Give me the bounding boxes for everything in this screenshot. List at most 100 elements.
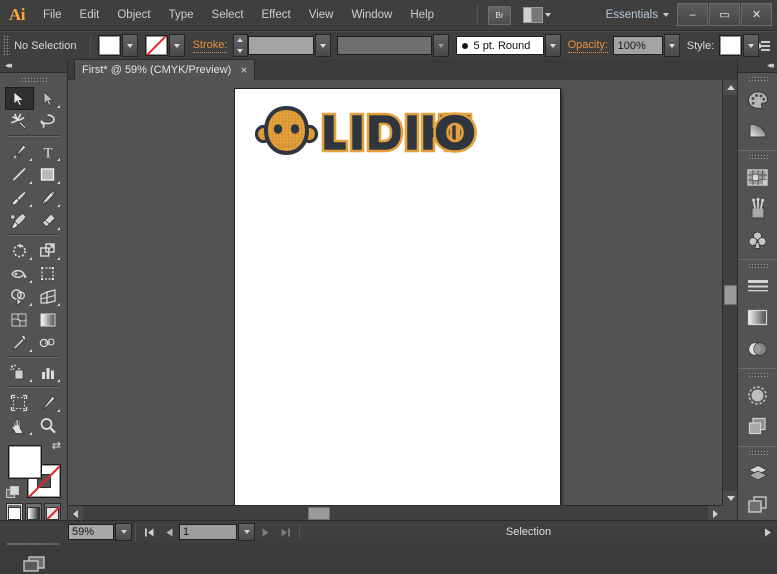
arrange-documents-button[interactable] <box>523 7 551 23</box>
scroll-left-button[interactable] <box>68 506 83 521</box>
page-number-field[interactable]: 1 <box>179 524 237 540</box>
previous-page-button[interactable] <box>159 523 179 541</box>
stroke-panel-button[interactable] <box>738 271 777 302</box>
free-transform-tool[interactable] <box>34 262 63 285</box>
next-page-button[interactable] <box>255 523 275 541</box>
panel-menu-icon[interactable] <box>759 39 770 53</box>
first-page-button[interactable] <box>139 523 159 541</box>
style-control[interactable] <box>718 34 759 57</box>
zoom-tool[interactable] <box>34 414 63 437</box>
vertical-scrollbar[interactable] <box>722 80 738 506</box>
fill-color-proxy[interactable] <box>8 445 42 479</box>
mesh-tool[interactable] <box>5 308 34 331</box>
brushes-panel-button[interactable] <box>738 193 777 224</box>
vertical-scroll-thumb[interactable] <box>724 285 737 305</box>
horizontal-scrollbar[interactable] <box>68 505 723 521</box>
dock-group-grip[interactable] <box>738 151 777 162</box>
line-segment-tool[interactable] <box>5 163 34 186</box>
style-dropdown-button[interactable] <box>742 34 759 57</box>
opacity-control[interactable]: 100% <box>612 34 680 57</box>
scroll-down-button[interactable] <box>723 491 738 506</box>
lidihuo-logo-artwork[interactable] <box>254 104 485 159</box>
minimize-button[interactable]: – <box>677 3 708 26</box>
workspace-switcher[interactable]: Essentials <box>606 9 677 21</box>
paintbrush-tool[interactable] <box>5 186 34 209</box>
stroke-profile-field[interactable] <box>337 36 433 55</box>
stroke-profile-dropdown-button[interactable] <box>433 34 450 57</box>
stroke-swatch[interactable] <box>144 35 168 56</box>
swap-fill-stroke-icon[interactable]: ⇄ <box>52 441 61 452</box>
fill-swatch[interactable] <box>98 35 122 56</box>
brush-definition-dropdown-button[interactable] <box>544 34 561 57</box>
go-to-bridge-button[interactable]: Br <box>488 5 511 25</box>
brush-definition-control[interactable]: 5 pt. Round <box>455 34 561 57</box>
opacity-label[interactable]: Opacity: <box>567 39 608 53</box>
gradient-tool[interactable] <box>34 308 63 331</box>
symbol-sprayer-tool[interactable] <box>5 361 34 384</box>
brush-definition-field[interactable]: 5 pt. Round <box>455 36 544 55</box>
direct-selection-tool[interactable] <box>34 87 63 110</box>
graphic-styles-panel-button[interactable] <box>738 411 777 442</box>
stroke-color-control[interactable] <box>144 34 185 57</box>
last-page-button[interactable] <box>275 523 295 541</box>
menu-effect[interactable]: Effect <box>253 0 300 30</box>
style-swatch[interactable] <box>718 35 742 56</box>
scroll-up-button[interactable] <box>723 80 738 95</box>
stroke-weight-field[interactable] <box>247 36 314 55</box>
blob-brush-tool[interactable] <box>5 209 34 232</box>
pencil-tool[interactable] <box>34 186 63 209</box>
fill-color-control[interactable] <box>98 34 139 57</box>
menu-edit[interactable]: Edit <box>71 0 109 30</box>
menu-select[interactable]: Select <box>203 0 253 30</box>
dock-header[interactable]: ◂◂ <box>738 59 777 73</box>
eraser-tool[interactable] <box>34 209 63 232</box>
stroke-label[interactable]: Stroke: <box>192 39 228 53</box>
zoom-level-dropdown-button[interactable] <box>115 523 132 541</box>
menu-window[interactable]: Window <box>342 0 401 30</box>
blend-tool[interactable] <box>34 331 63 354</box>
lasso-tool[interactable] <box>34 110 63 133</box>
change-screen-mode-button[interactable] <box>0 555 67 574</box>
tools-panel-header[interactable]: ◂◂ <box>0 59 67 73</box>
expand-panels-icon[interactable]: ◂◂ <box>767 61 774 70</box>
column-graph-tool[interactable] <box>34 361 63 384</box>
type-tool[interactable]: T <box>34 140 63 163</box>
color-guide-panel-button[interactable] <box>738 115 777 146</box>
close-icon[interactable]: × <box>240 64 247 76</box>
menu-object[interactable]: Object <box>108 0 159 30</box>
stroke-weight-dropdown-button[interactable] <box>314 34 331 57</box>
horizontal-scroll-thumb[interactable] <box>308 507 330 520</box>
pen-tool[interactable] <box>5 140 34 163</box>
artboards-panel-button[interactable] <box>738 489 777 520</box>
selection-tool[interactable] <box>5 87 34 110</box>
canvas-background[interactable] <box>68 80 723 506</box>
stroke-weight-control[interactable] <box>232 34 331 57</box>
dock-group-grip[interactable] <box>738 260 777 271</box>
zoom-level-field[interactable]: 59% <box>68 524 114 540</box>
menu-type[interactable]: Type <box>160 0 203 30</box>
scroll-right-button[interactable] <box>708 506 723 521</box>
width-tool[interactable] <box>5 262 34 285</box>
artboard-tool[interactable] <box>5 391 34 414</box>
control-bar-grip[interactable] <box>3 35 11 56</box>
page-number-dropdown-button[interactable] <box>238 523 255 541</box>
stroke-dropdown-button[interactable] <box>168 34 185 57</box>
transparency-panel-button[interactable] <box>738 333 777 364</box>
slice-tool[interactable] <box>34 391 63 414</box>
color-panel-button[interactable] <box>738 84 777 115</box>
tools-panel-grip[interactable] <box>0 73 67 86</box>
menu-view[interactable]: View <box>300 0 343 30</box>
gradient-panel-button[interactable] <box>738 302 777 333</box>
opacity-dropdown-button[interactable] <box>663 34 680 57</box>
eyedropper-tool[interactable] <box>5 331 34 354</box>
maximize-button[interactable]: ▭ <box>709 3 740 26</box>
magic-wand-tool[interactable] <box>5 110 34 133</box>
dock-group-grip[interactable] <box>738 447 777 458</box>
perspective-grid-tool[interactable] <box>34 285 63 308</box>
opacity-field[interactable]: 100% <box>612 36 663 55</box>
layers-panel-button[interactable] <box>738 458 777 489</box>
artboard[interactable] <box>234 88 561 506</box>
appearance-panel-button[interactable] <box>738 380 777 411</box>
close-button[interactable]: ✕ <box>741 3 772 26</box>
rotate-tool[interactable] <box>5 239 34 262</box>
